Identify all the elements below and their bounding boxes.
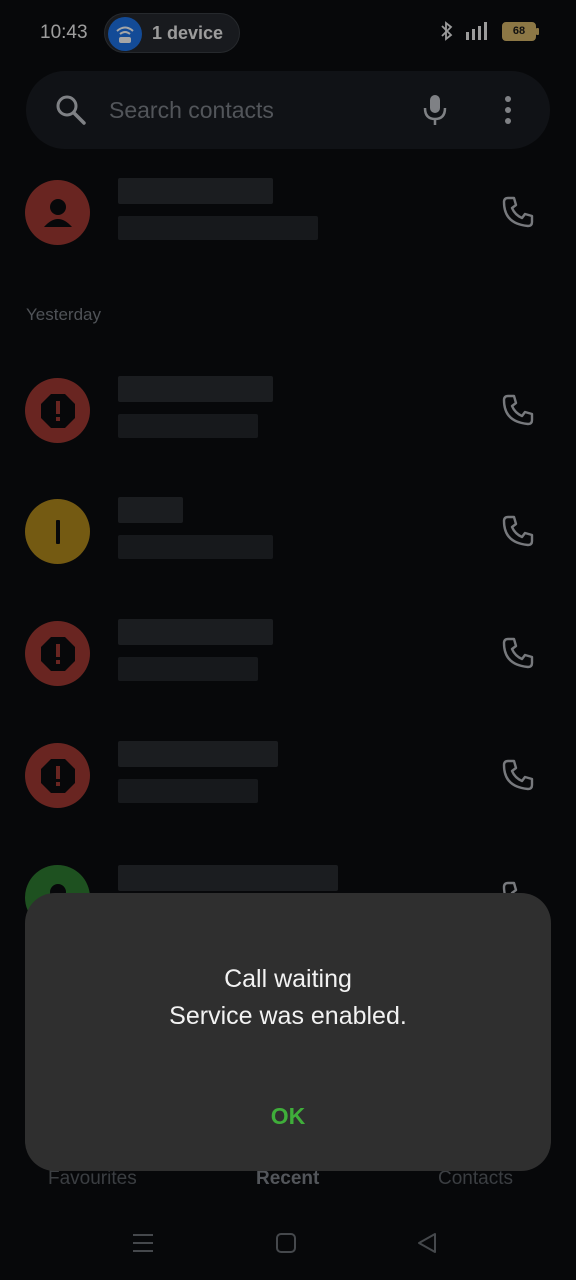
ok-button[interactable]: OK: [258, 1103, 318, 1130]
dialog-message: Service was enabled.: [169, 1002, 407, 1030]
dialog-title: Call waiting: [224, 965, 352, 993]
call-waiting-dialog: Call waiting Service was enabled. OK: [25, 893, 551, 1171]
